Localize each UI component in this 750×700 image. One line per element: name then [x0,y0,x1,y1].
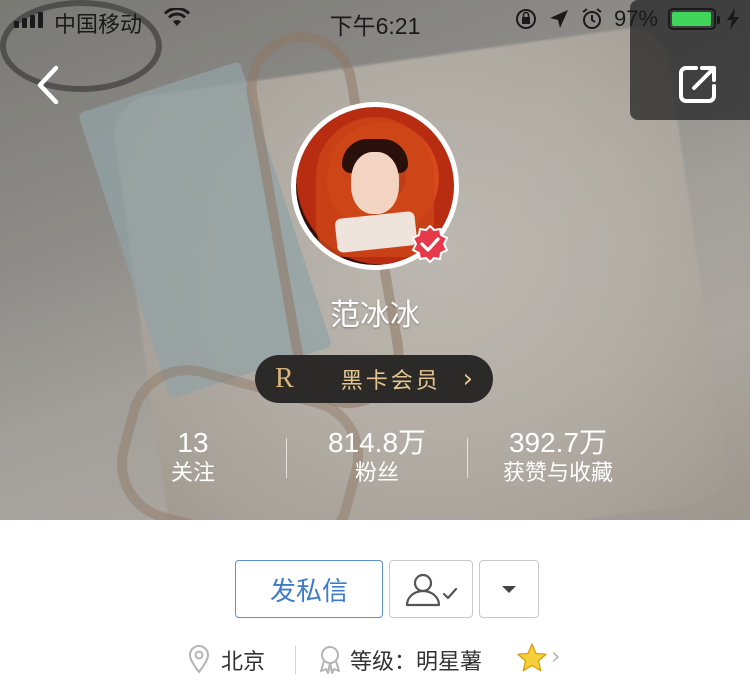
stat-label: 粉丝 [354,461,399,486]
level-medal-icon [320,646,340,674]
location-arrow-icon [549,10,568,28]
battery-percent: 97% [613,6,658,31]
profile-header-background: 中国移动 下午6:21 97% 范冰冰 R 黑卡会员 › 13 关注 814.8… [0,0,750,520]
alarm-icon [582,8,602,29]
dropdown-triangle-icon [502,586,516,593]
verified-badge-icon [411,225,449,263]
charging-bolt-icon [727,8,739,30]
profile-stats: 13 关注 814.8万 粉丝 392.7万 获赞与收藏 [100,428,660,492]
more-options-button[interactable] [479,560,539,618]
location-pin-icon [188,645,210,674]
stat-value: 13 [177,427,209,458]
vip-membership-badge[interactable]: R 黑卡会员 › [255,355,493,403]
profile-name: 范冰冰 [330,298,420,333]
stat-value: 392.7万 [508,427,608,458]
user-followed-icon [405,573,458,607]
battery-icon [668,8,720,30]
share-icon[interactable] [676,62,720,106]
vip-letter: R [275,363,294,394]
stat-label: 关注 [170,461,215,486]
send-message-button[interactable]: 发私信 [235,560,383,618]
star-icon [517,643,547,672]
orientation-lock-icon [515,9,536,29]
chevron-right-icon: › [462,364,473,394]
profile-info-row: 北京 等级：明星薯 › [0,640,750,680]
profile-actions: 发私信 [0,560,750,620]
back-chevron-icon[interactable] [28,60,68,110]
chevron-right-icon[interactable]: › [551,642,561,670]
vip-label: 黑卡会员 [340,369,441,394]
stat-value: 814.8万 [327,427,427,458]
level-text[interactable]: 等级：明星薯 [350,644,482,676]
location-text: 北京 [221,650,266,675]
stat-likes-and-collections[interactable]: 392.7万 获赞与收藏 [468,428,648,492]
stat-following[interactable]: 13 关注 [100,428,286,492]
stat-label: 获赞与收藏 [502,461,613,486]
following-button[interactable] [389,560,473,618]
stat-fans[interactable]: 814.8万 粉丝 [287,428,467,492]
divider [295,646,296,674]
status-bar: 中国移动 下午6:21 97% [0,0,750,40]
